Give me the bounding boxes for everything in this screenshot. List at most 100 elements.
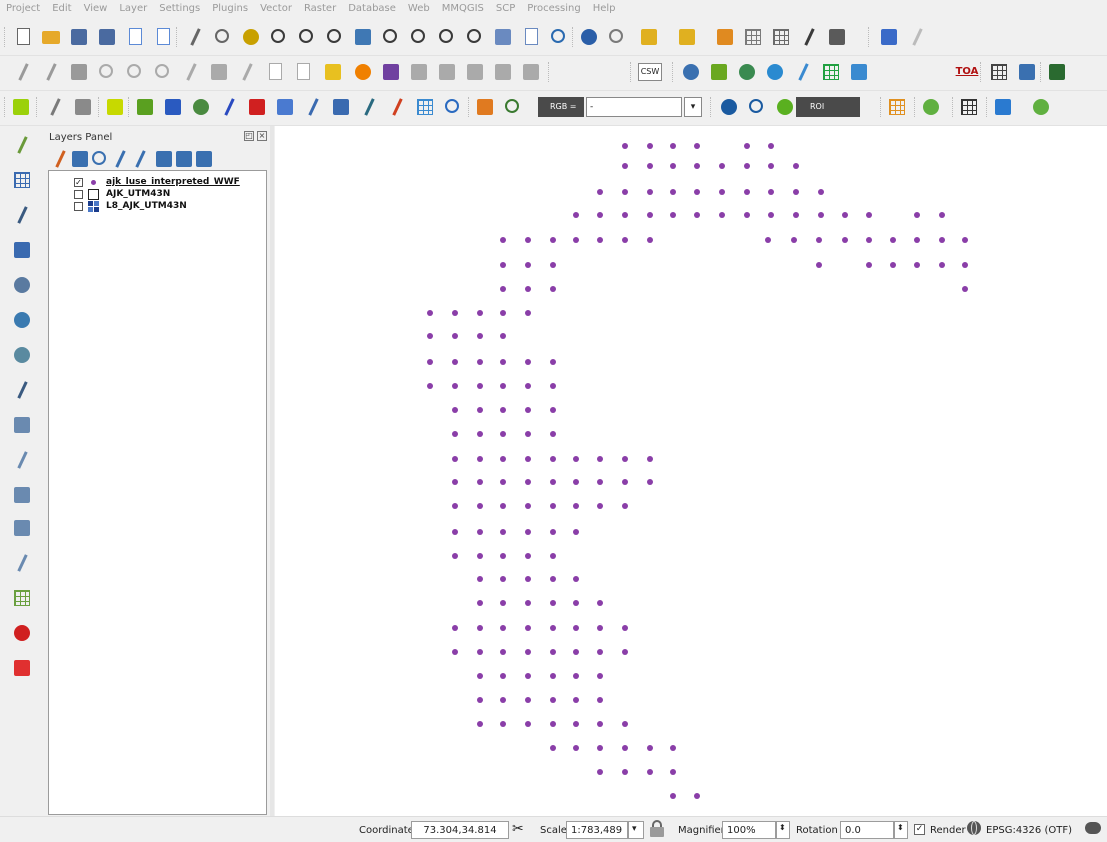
label-rotate-icon[interactable]	[436, 61, 458, 83]
zoom-in-icon[interactable]	[268, 26, 290, 48]
roi-label[interactable]: ROI	[796, 97, 860, 117]
zoom-next-icon[interactable]	[464, 26, 486, 48]
menu-item-processing[interactable]: Processing	[521, 0, 586, 14]
pan-map-icon[interactable]	[212, 26, 234, 48]
band-set-icon[interactable]	[190, 96, 212, 118]
collapse-all-icon[interactable]	[173, 148, 192, 167]
toa-button[interactable]: TOA	[955, 63, 979, 81]
float-panel-icon[interactable]: ◰	[244, 131, 254, 141]
add-part-icon[interactable]	[124, 61, 146, 83]
menu-item-project[interactable]: Project	[0, 0, 46, 14]
menu-item-database[interactable]: Database	[342, 0, 402, 14]
lock-scale-icon[interactable]	[649, 819, 665, 837]
add-wfs-layer-icon[interactable]	[11, 449, 33, 471]
rotation-spinner[interactable]: ⬍	[894, 821, 908, 839]
zoom-native-icon[interactable]	[324, 26, 346, 48]
help-icon[interactable]	[878, 26, 900, 48]
paste-features-icon[interactable]	[292, 61, 314, 83]
current-edits-icon[interactable]	[12, 61, 34, 83]
zoom-class-icon[interactable]	[502, 96, 524, 118]
menu-item-settings[interactable]: Settings	[153, 0, 206, 14]
multi-roi-icon[interactable]	[718, 96, 740, 118]
menu-item-web[interactable]: Web	[402, 0, 436, 14]
messages-icon[interactable]	[1084, 821, 1102, 837]
label-pin-icon[interactable]	[380, 61, 402, 83]
cloud-icon[interactable]	[764, 61, 786, 83]
expand-all-icon[interactable]	[153, 148, 172, 167]
delete-selected-icon[interactable]	[208, 61, 230, 83]
refresh-icon[interactable]	[548, 26, 570, 48]
rotation-field[interactable]: 0.0	[840, 821, 894, 839]
deselect-icon[interactable]	[714, 26, 736, 48]
preprocess-icon[interactable]	[218, 96, 240, 118]
close-panel-icon[interactable]: ×	[257, 131, 267, 141]
add-vector-layer-icon[interactable]	[11, 134, 33, 156]
scp-dock-icon[interactable]	[474, 96, 496, 118]
menu-item-layer[interactable]: Layer	[113, 0, 153, 14]
new-project-icon[interactable]	[12, 26, 34, 48]
open-layer-styling-icon[interactable]	[49, 148, 66, 168]
layer-visibility-checkbox[interactable]: ✓	[74, 178, 83, 187]
scp-stack-icon[interactable]	[134, 96, 156, 118]
scp-search-icon[interactable]	[1030, 96, 1052, 118]
measure-icon[interactable]	[826, 26, 848, 48]
rgb-circle-icon[interactable]	[920, 96, 942, 118]
remove-layer-icon[interactable]	[193, 148, 212, 167]
starmap-icon[interactable]	[1046, 61, 1068, 83]
zoom-last-icon[interactable]	[436, 26, 458, 48]
render-checkbox[interactable]: ✓	[914, 824, 925, 835]
magnifier-spinner[interactable]: ⬍	[776, 821, 790, 839]
identify-features-icon[interactable]	[606, 26, 628, 48]
menu-item-plugins[interactable]: Plugins	[206, 0, 254, 14]
label-move-icon[interactable]	[408, 61, 430, 83]
layout-manager-icon[interactable]	[152, 26, 174, 48]
layer-visibility-checkbox[interactable]	[74, 202, 83, 211]
geoprocessing-icon[interactable]	[736, 61, 758, 83]
statistics-icon[interactable]	[798, 26, 820, 48]
hash-grid-icon[interactable]	[988, 61, 1010, 83]
text-annotation-icon[interactable]	[906, 26, 928, 48]
download-arrow-icon[interactable]	[162, 96, 184, 118]
label-change-icon[interactable]	[464, 61, 486, 83]
crs-label[interactable]: EPSG:4326 (OTF)	[986, 825, 1072, 836]
add-delimited-text-icon[interactable]	[11, 204, 33, 226]
mouse-coordinate-toggle-icon[interactable]: ✂	[512, 820, 530, 838]
add-group-icon[interactable]	[69, 148, 88, 167]
add-wms-layer-icon[interactable]	[11, 414, 33, 436]
coordinate-field[interactable]: 73.304,34.814	[411, 821, 509, 839]
new-shapefile-icon[interactable]	[11, 517, 33, 539]
plugin-leaf-icon[interactable]	[708, 61, 730, 83]
scp-plugin-leaf-icon[interactable]	[104, 96, 126, 118]
identify-icon[interactable]	[578, 26, 600, 48]
roi-pen-icon[interactable]	[358, 96, 380, 118]
new-spatialite-icon[interactable]	[11, 552, 33, 574]
globe-crs-icon[interactable]	[966, 820, 982, 836]
table-grid-icon[interactable]	[958, 96, 980, 118]
layer-visibility-checkbox[interactable]	[74, 190, 83, 199]
new-bookmark-icon[interactable]	[520, 26, 542, 48]
new-gpx-layer-icon[interactable]	[11, 587, 33, 609]
add-wcs-layer-icon[interactable]	[11, 484, 33, 506]
scatter-plot-icon[interactable]	[330, 96, 352, 118]
save-edits-icon[interactable]	[68, 61, 90, 83]
zoom-to-selection-icon[interactable]	[380, 26, 402, 48]
add-feature-icon[interactable]	[96, 61, 118, 83]
attribute-table-icon[interactable]	[742, 26, 764, 48]
new-print-layout-icon[interactable]	[124, 26, 146, 48]
scale-field[interactable]: 1:783,489	[566, 821, 628, 839]
cloud-settings-icon[interactable]	[442, 96, 464, 118]
scale-dropdown-arrow[interactable]: ▾	[628, 821, 644, 839]
add-virtual-layer-icon[interactable]	[11, 379, 33, 401]
pan-to-selection-icon[interactable]	[240, 26, 262, 48]
node-tool-icon[interactable]	[152, 61, 174, 83]
label-color-icon[interactable]	[352, 61, 374, 83]
label-hide-icon[interactable]	[520, 61, 542, 83]
menu-item-scp[interactable]: SCP	[490, 0, 521, 14]
p2-plugin-icon[interactable]	[11, 657, 33, 679]
rgb-select[interactable]: -	[586, 97, 682, 117]
menu-item-edit[interactable]: Edit	[46, 0, 77, 14]
vertex-v-icon[interactable]	[792, 61, 814, 83]
band-calc-icon[interactable]	[274, 96, 296, 118]
menu-item-vector[interactable]: Vector	[254, 0, 298, 14]
add-raster-layer-icon[interactable]	[11, 169, 33, 191]
